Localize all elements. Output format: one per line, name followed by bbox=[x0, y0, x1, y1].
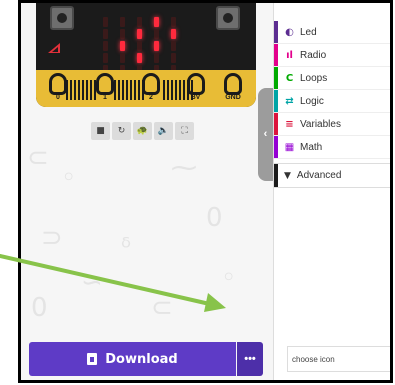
arrow-shaft bbox=[0, 254, 216, 307]
arrow-head bbox=[204, 293, 226, 312]
annotation-arrow bbox=[0, 254, 226, 312]
